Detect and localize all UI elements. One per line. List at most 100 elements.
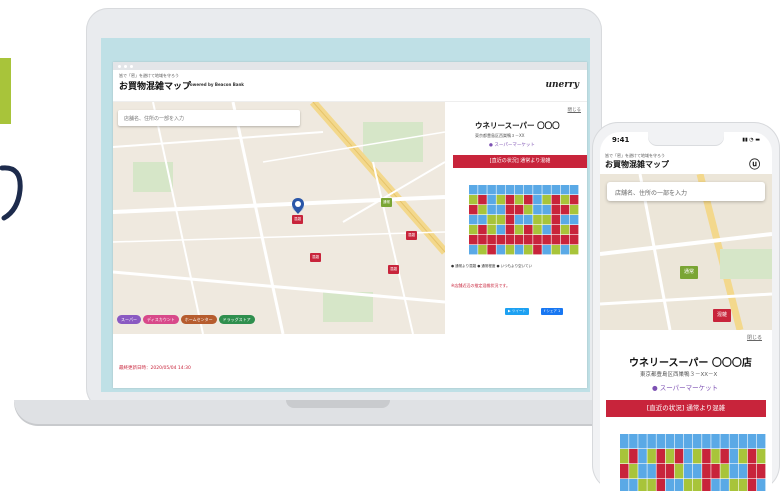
- heatmap-cell: [656, 464, 666, 479]
- heatmap-cell: [542, 245, 551, 255]
- heatmap-cell: [747, 449, 757, 464]
- heatmap-cell: [638, 479, 647, 491]
- heatmap-cell: [542, 215, 551, 225]
- phone-status-banner: [直近の状況] 通常より混雑: [606, 400, 766, 417]
- heatmap-cell: [533, 225, 542, 235]
- heatmap-cell: [533, 185, 542, 195]
- phone-map-marker-busy[interactable]: 混雑: [713, 309, 731, 322]
- heatmap-cell: [542, 185, 551, 195]
- heatmap-cell: [551, 225, 561, 235]
- heatmap-cell: [487, 195, 496, 205]
- congestion-heatmap: [459, 185, 579, 255]
- heatmap-cell: [478, 215, 487, 225]
- map-marker-normal[interactable]: 通常: [381, 198, 392, 207]
- phone-store-category-label: スーパーマーケット: [659, 384, 719, 392]
- heatmap-cell: [702, 449, 711, 464]
- heatmap-cell: [569, 215, 579, 225]
- heatmap-cell: [496, 195, 506, 205]
- search-input[interactable]: 店舗名、住所の一部を入力: [118, 110, 300, 126]
- store-detail-panel: 閉じる ウネリースーパー 〇〇〇 東京都豊島区西巣鴨３－XX ● スーパーマーケ…: [445, 102, 587, 334]
- map-view[interactable]: 店舗名、住所の一部を入力 混雑 混雑 通常 混雑 混雑 スーパー ディスカウント…: [113, 102, 445, 334]
- heatmap-cell: [720, 464, 729, 479]
- heatmap-cell: [647, 449, 656, 464]
- phone-status-icons: ▮▮ ◔ ▬: [742, 137, 760, 143]
- heatmap-cell: [496, 185, 506, 195]
- heatmap-cell: [629, 434, 638, 449]
- close-link[interactable]: 閉じる: [568, 107, 582, 113]
- map-marker-busy[interactable]: 混雑: [388, 265, 399, 274]
- heatmap-cell: [542, 205, 551, 215]
- heatmap-cell: [683, 449, 693, 464]
- heatmap-cell: [533, 195, 542, 205]
- heatmap-cell: [729, 434, 739, 449]
- chip-discount[interactable]: ディスカウント: [142, 315, 179, 324]
- last-updated: 最終更新日時：2020/05/04 14:30: [119, 366, 191, 371]
- unerry-logo[interactable]: unerry: [545, 80, 579, 90]
- chip-supermarket[interactable]: スーパー: [117, 315, 141, 324]
- heatmap-cell: [469, 215, 478, 225]
- heatmap-cell: [514, 235, 524, 245]
- heatmap-cell: [638, 434, 647, 449]
- heatmap-cell: [469, 245, 478, 255]
- heatmap-cell: [720, 434, 729, 449]
- heatmap-cell: [693, 464, 702, 479]
- phone-store-category: ● スーパーマーケット: [652, 384, 719, 392]
- heatmap-cell: [542, 235, 551, 245]
- heatmap-cell: [647, 434, 656, 449]
- heatmap-cell: [647, 464, 656, 479]
- heatmap-cell: [524, 185, 533, 195]
- heatmap-cell: [693, 449, 702, 464]
- heatmap-cell: [496, 215, 506, 225]
- heatmap-cell: [665, 449, 675, 464]
- heatmap-cell: [620, 434, 629, 449]
- facebook-share-label: シェア 1: [546, 309, 561, 313]
- facebook-share-button[interactable]: f シェア 1: [541, 308, 564, 315]
- chip-home-center[interactable]: ホームセンター: [180, 315, 217, 324]
- heatmap-cell: [524, 205, 533, 215]
- heatmap-cell: [665, 479, 675, 491]
- phone-screen: 9:41 ▮▮ ◔ ▬ 皆で「密」を避けて地域を守ろう お買物混雑マップ ⓤun…: [600, 132, 772, 491]
- heatmap-cell: [638, 464, 647, 479]
- heatmap-cell: [683, 479, 693, 491]
- phone-search-input[interactable]: 店舗名、住所の一部を入力: [607, 182, 765, 201]
- heatmap-cell: [738, 464, 748, 479]
- powered-by: Powered by Beacon Bank: [187, 82, 244, 87]
- heatmap-cell: [720, 479, 729, 491]
- heatmap-cell: [629, 464, 638, 479]
- site-header: 皆で「密」を避けて地域を守ろう お買物混雑マップ Powered by Beac…: [113, 70, 587, 102]
- map-marker-busy[interactable]: 混雑: [292, 215, 303, 224]
- phone-map-view[interactable]: 店舗名、住所の一部を入力 通常 混雑: [600, 174, 772, 330]
- map-marker-busy[interactable]: 混雑: [310, 253, 321, 262]
- heatmap-cell: [533, 245, 542, 255]
- phone-map-marker-normal[interactable]: 通常: [680, 266, 698, 279]
- heatmap-cell: [729, 449, 739, 464]
- phone-close-link[interactable]: 閉じる: [747, 334, 762, 341]
- store-category: ● スーパーマーケット: [489, 143, 535, 148]
- heatmap-cell: [524, 225, 533, 235]
- heatmap-cell: [478, 195, 487, 205]
- heatmap-cell: [711, 479, 720, 491]
- heatmap-cell: [551, 235, 561, 245]
- heatmap-cell: [496, 245, 506, 255]
- chip-drugstore[interactable]: ドラッグストア: [218, 315, 255, 324]
- heatmap-cell: [756, 449, 766, 464]
- heatmap-cell: [514, 185, 524, 195]
- heatmap-cell: [674, 434, 684, 449]
- heatmap-cell: [747, 479, 757, 491]
- heatmap-cell: [569, 225, 579, 235]
- map-marker-busy[interactable]: 混雑: [406, 231, 417, 240]
- estimate-note: ※店舗近辺の推定混雑状況です。: [451, 283, 510, 288]
- heatmap-cell: [702, 479, 711, 491]
- heatmap-cell: [505, 185, 515, 195]
- heatmap-cell: [620, 464, 629, 479]
- heatmap-cell: [560, 245, 570, 255]
- heatmap-cell: [560, 205, 570, 215]
- phone-time: 9:41: [612, 136, 630, 144]
- heatmap-cell: [478, 235, 487, 245]
- heatmap-cell: [665, 464, 675, 479]
- heatmap-cell: [469, 225, 478, 235]
- heatmap-cell: [487, 245, 496, 255]
- tweet-button[interactable]: ▶ ツイート: [505, 308, 529, 315]
- decorative-green-bar: [0, 58, 11, 124]
- location-pin-icon: [292, 198, 304, 214]
